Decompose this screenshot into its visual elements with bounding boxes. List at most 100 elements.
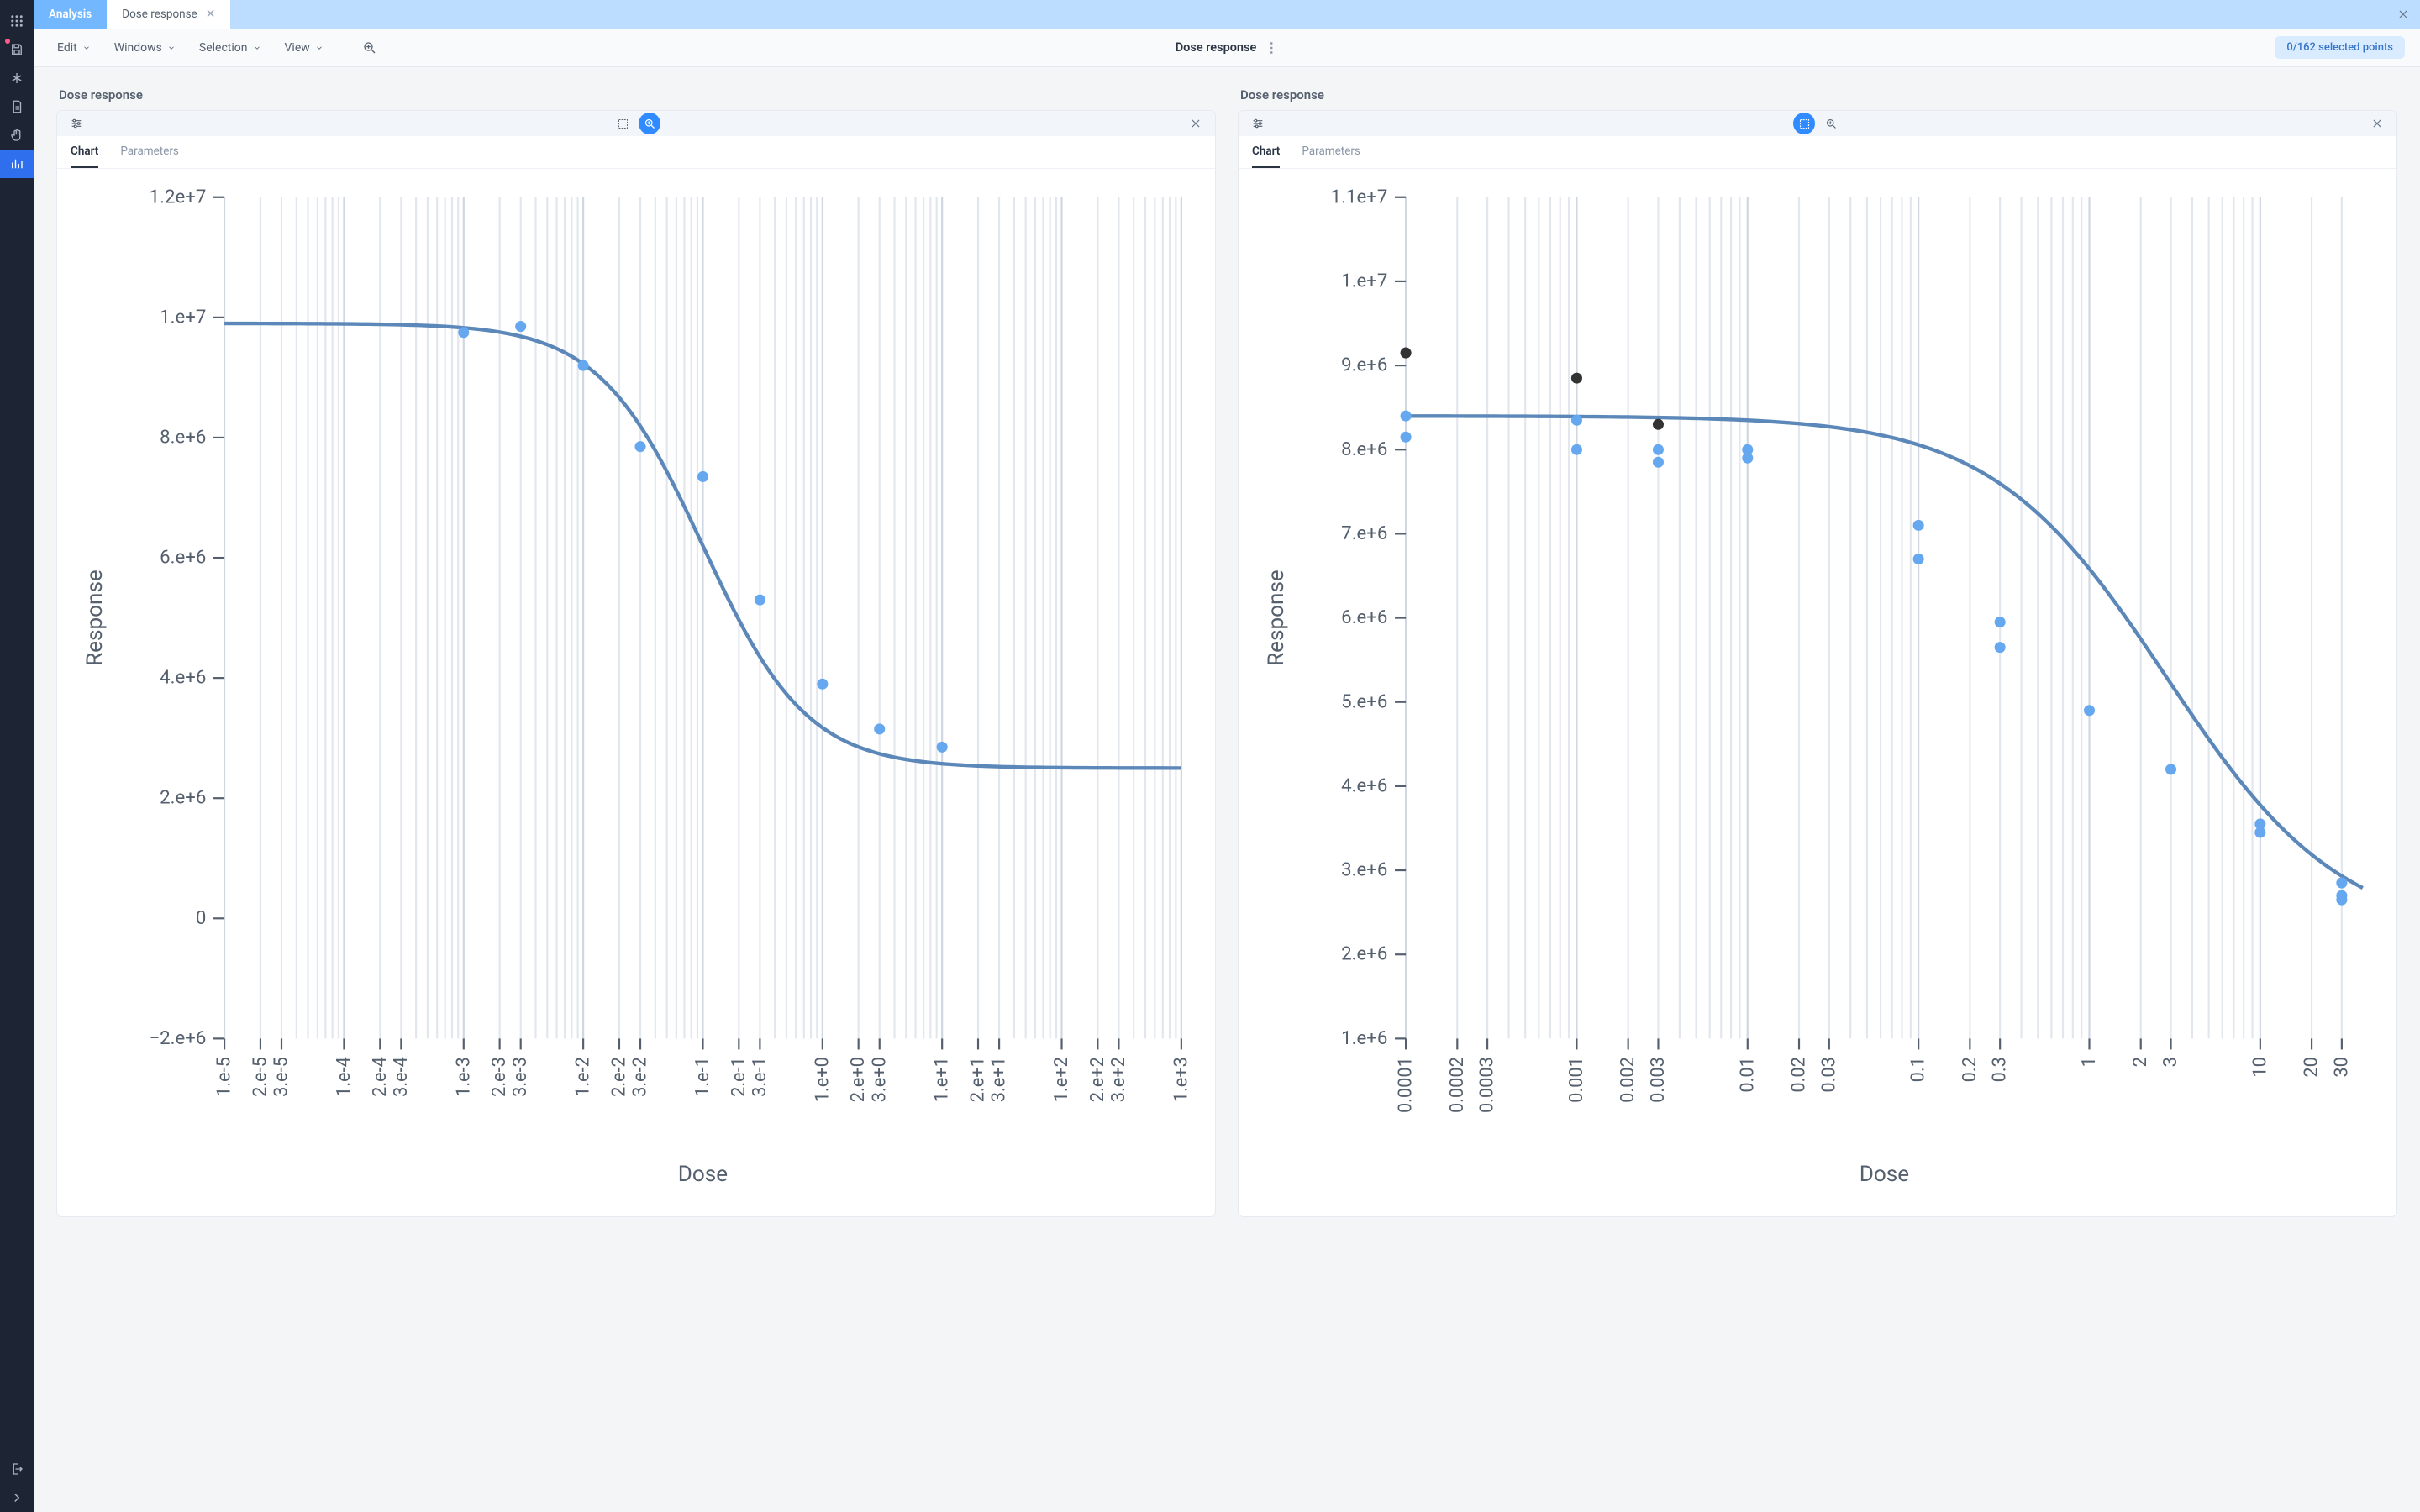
logout-icon[interactable]	[0, 1455, 34, 1483]
svg-text:2.e-4: 2.e-4	[370, 1057, 391, 1097]
panel-close-icon[interactable]	[1185, 113, 1207, 134]
svg-text:1.e-2: 1.e-2	[573, 1057, 594, 1097]
svg-text:8.e+6: 8.e+6	[160, 426, 206, 448]
panel-0: Chart Parameters −2.e+602.e+64.e+66.e+68…	[57, 111, 1215, 1216]
svg-text:Dose: Dose	[678, 1162, 728, 1187]
svg-text:3.e-5: 3.e-5	[271, 1057, 292, 1097]
svg-text:2.e+6: 2.e+6	[160, 787, 206, 809]
save-icon[interactable]	[0, 35, 34, 64]
analysis-icon[interactable]	[0, 150, 34, 178]
chevron-down-icon	[167, 44, 176, 52]
svg-text:1.e+6: 1.e+6	[1341, 1027, 1387, 1049]
svg-text:2.e-1: 2.e-1	[729, 1057, 750, 1097]
tab-label: Dose response	[122, 8, 197, 21]
asterisk-icon[interactable]	[0, 64, 34, 92]
menu-windows[interactable]: Windows	[106, 36, 184, 60]
panel-tab-parameters[interactable]: Parameters	[1302, 144, 1360, 168]
panel-tab-parameters[interactable]: Parameters	[120, 144, 179, 168]
panel-tabs: Chart Parameters	[57, 136, 1215, 169]
svg-text:0: 0	[196, 907, 206, 929]
more-icon[interactable]: ⋮	[1265, 39, 1278, 55]
app-sidebar	[0, 0, 34, 1512]
svg-text:Dose: Dose	[1860, 1162, 1909, 1187]
svg-text:0.003: 0.003	[1648, 1057, 1669, 1103]
svg-text:2.e-3: 2.e-3	[489, 1057, 510, 1097]
panel-wrap-1: Dose response Chart Parameters 1.e+62.e+…	[1239, 82, 2396, 1216]
svg-text:10: 10	[2249, 1057, 2270, 1077]
svg-text:Response: Response	[82, 570, 108, 666]
svg-text:30: 30	[2331, 1057, 2352, 1077]
svg-text:0.03: 0.03	[1818, 1057, 1839, 1092]
svg-text:3.e+6: 3.e+6	[1341, 859, 1387, 881]
panel-title: Dose response	[1240, 87, 2395, 102]
selection-tool-icon[interactable]	[612, 113, 634, 134]
hand-icon[interactable]	[0, 121, 34, 150]
svg-text:1.e+1: 1.e+1	[932, 1057, 953, 1102]
svg-text:8.e+6: 8.e+6	[1341, 438, 1387, 460]
apps-icon[interactable]	[0, 7, 34, 35]
svg-text:3.e-4: 3.e-4	[391, 1057, 412, 1097]
chevron-down-icon	[82, 44, 91, 52]
panel-tab-chart[interactable]: Chart	[71, 144, 98, 168]
svg-text:1.e-3: 1.e-3	[453, 1057, 474, 1097]
menu-edit[interactable]: Edit	[49, 36, 99, 60]
menu-view[interactable]: View	[276, 36, 332, 60]
dose-response-chart: 1.e+62.e+63.e+64.e+65.e+66.e+67.e+68.e+6…	[1250, 179, 2385, 1203]
menu-selection[interactable]: Selection	[191, 36, 270, 60]
svg-text:0.2: 0.2	[1960, 1057, 1981, 1082]
selection-pill[interactable]: 0/162 selected points	[2275, 36, 2405, 59]
svg-text:−2.e+6: −2.e+6	[149, 1027, 206, 1049]
settings-icon[interactable]	[66, 113, 87, 134]
svg-text:1.e+0: 1.e+0	[812, 1057, 833, 1102]
svg-text:0.01: 0.01	[1737, 1057, 1758, 1092]
panel-toolbar	[57, 111, 1215, 136]
svg-text:2: 2	[2130, 1057, 2151, 1067]
tab-dose-response[interactable]: Dose response ✕	[107, 0, 230, 29]
svg-text:1.1e+7: 1.1e+7	[1331, 186, 1388, 207]
svg-text:Response: Response	[1264, 570, 1289, 666]
svg-text:1: 1	[2079, 1057, 2100, 1067]
topbar: Analysis Dose response ✕	[34, 0, 2420, 29]
svg-text:9.e+6: 9.e+6	[1341, 354, 1387, 376]
tab-analysis[interactable]: Analysis	[34, 0, 107, 29]
svg-text:0.3: 0.3	[1990, 1057, 2011, 1082]
workspace: Dose response Chart Parameters −2.e+6 0 2.…	[34, 67, 2420, 1512]
selection-tool-icon[interactable]	[1793, 113, 1815, 134]
svg-text:20: 20	[2302, 1057, 2323, 1077]
zoom-tool-icon[interactable]	[639, 113, 660, 134]
panel-title: Dose response	[59, 87, 1213, 102]
svg-text:2.e+0: 2.e+0	[848, 1057, 869, 1102]
main-area: Analysis Dose response ✕ Edit Windows Se…	[34, 0, 2420, 1512]
close-tab-icon[interactable]: ✕	[206, 8, 216, 20]
svg-text:1.e-5: 1.e-5	[214, 1057, 235, 1097]
document-icon[interactable]	[0, 92, 34, 121]
svg-text:3.e+2: 3.e+2	[1108, 1057, 1129, 1102]
svg-text:3.e+0: 3.e+0	[869, 1057, 890, 1102]
svg-text:3.e-2: 3.e-2	[630, 1057, 651, 1097]
svg-text:4.e+6: 4.e+6	[160, 667, 206, 689]
svg-text:2.e-2: 2.e-2	[609, 1057, 630, 1097]
svg-text:1.e+2: 1.e+2	[1051, 1057, 1072, 1102]
svg-text:1.2e+7: 1.2e+7	[150, 186, 207, 207]
svg-text:0.0002: 0.0002	[1447, 1057, 1468, 1113]
window-close-icon[interactable]	[2386, 0, 2420, 29]
svg-text:0.001: 0.001	[1566, 1057, 1587, 1103]
chart-area-0: −2.e+602.e+64.e+66.e+68.e+61.e+71.2e+71.…	[57, 169, 1215, 1216]
zoom-in-icon[interactable]	[357, 35, 382, 60]
page-title: Dose response ⋮	[1176, 39, 1279, 55]
svg-text:0.0001: 0.0001	[1396, 1057, 1417, 1113]
svg-text:1.e-4: 1.e-4	[334, 1057, 355, 1097]
svg-text:1.e+3: 1.e+3	[1171, 1057, 1192, 1102]
panel-close-icon[interactable]	[2366, 113, 2388, 134]
chevron-down-icon	[253, 44, 261, 52]
panel-tab-chart[interactable]: Chart	[1252, 144, 1280, 168]
settings-icon[interactable]	[1247, 113, 1269, 134]
svg-text:4.e+6: 4.e+6	[1341, 774, 1387, 796]
panel-tabs: Chart Parameters	[1239, 136, 2396, 169]
svg-text:0.002: 0.002	[1618, 1057, 1639, 1103]
svg-text:5.e+6: 5.e+6	[1341, 690, 1387, 712]
svg-text:3.e+1: 3.e+1	[989, 1057, 1010, 1102]
svg-text:2.e+2: 2.e+2	[1087, 1057, 1108, 1102]
expand-icon[interactable]	[0, 1483, 34, 1512]
zoom-tool-icon[interactable]	[1820, 113, 1842, 134]
